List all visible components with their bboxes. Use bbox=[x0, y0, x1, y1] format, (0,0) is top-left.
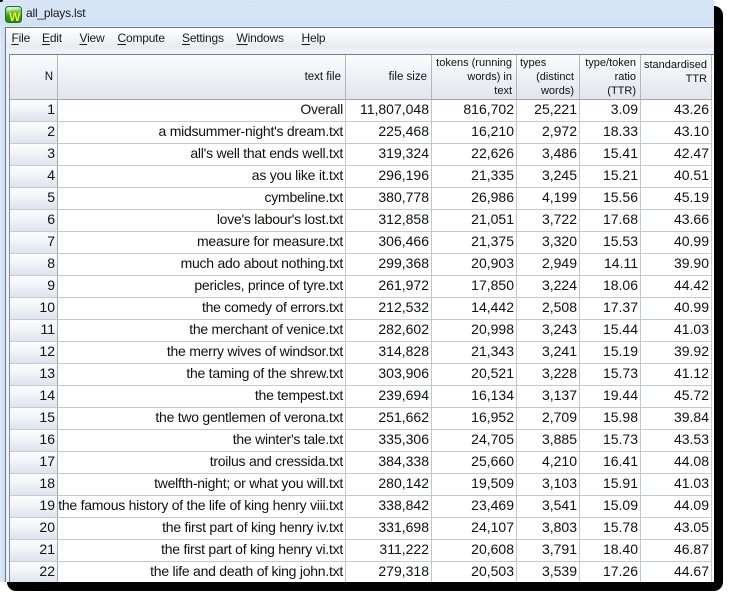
svg-text:W: W bbox=[9, 10, 21, 23]
